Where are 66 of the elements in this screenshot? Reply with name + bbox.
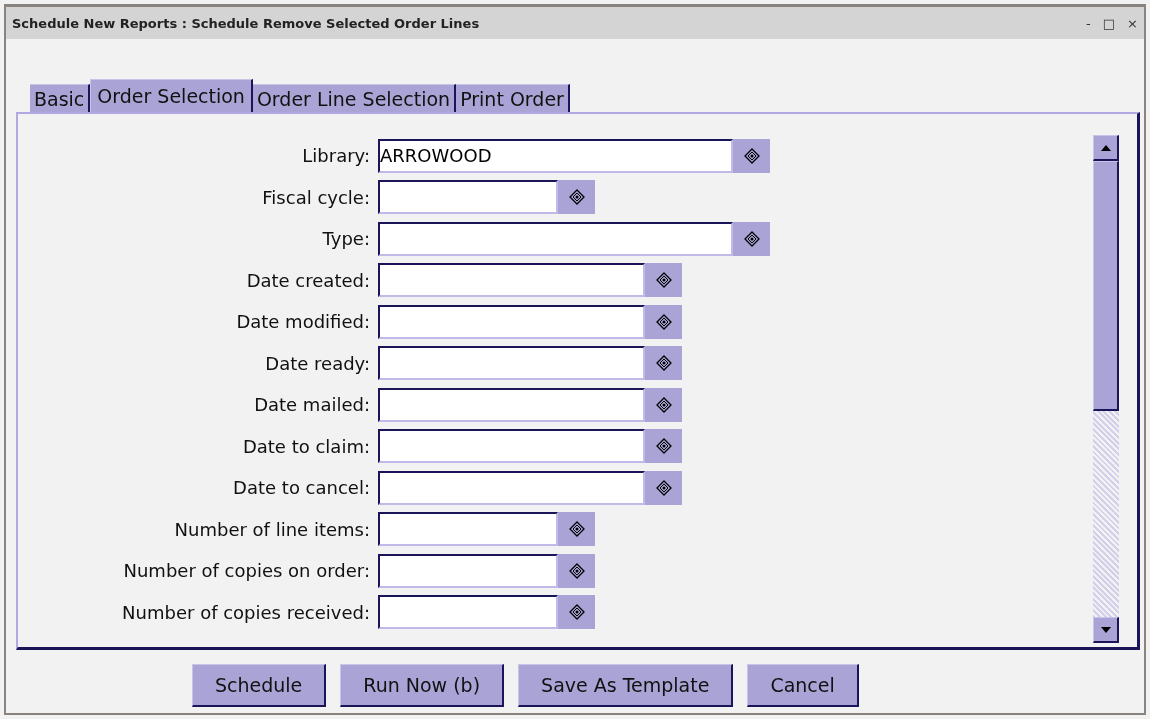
close-button[interactable]: × <box>1127 15 1138 31</box>
input-field[interactable] <box>378 470 645 505</box>
lookup-button[interactable] <box>645 263 682 298</box>
diamond-icon <box>655 479 672 496</box>
input-field[interactable] <box>378 263 645 298</box>
diamond-icon <box>568 521 585 538</box>
input-field[interactable] <box>378 387 645 422</box>
input-field[interactable] <box>378 304 645 339</box>
lookup-button[interactable] <box>733 221 770 256</box>
input-field[interactable] <box>378 595 558 630</box>
action-button[interactable]: Cancel <box>747 664 859 707</box>
field-label: Date to cancel: <box>232 477 370 499</box>
up-arrow-icon <box>1099 143 1112 152</box>
lookup-button[interactable] <box>733 138 770 173</box>
lookup-button[interactable] <box>645 470 682 505</box>
input-field[interactable]: ARROWOOD <box>378 138 733 173</box>
window-title: Schedule New Reports : Schedule Remove Selected Order Lines <box>12 15 480 31</box>
lookup-button[interactable] <box>558 595 595 630</box>
maximize-button[interactable]: □ <box>1102 15 1116 31</box>
input-field[interactable] <box>378 180 558 215</box>
field-label: Date mailed: <box>253 394 370 416</box>
field-label: Date ready: <box>264 352 370 374</box>
scroll-thumb[interactable] <box>1093 161 1119 411</box>
input-field[interactable] <box>378 553 558 588</box>
lookup-button[interactable] <box>645 429 682 464</box>
field-label: Number of copies on order: <box>122 560 370 582</box>
field-label: Fiscal cycle: <box>261 186 370 208</box>
diamond-icon <box>655 313 672 330</box>
lookup-button[interactable] <box>645 304 682 339</box>
diamond-icon <box>655 396 672 413</box>
scroll-up-button[interactable] <box>1093 135 1119 161</box>
scroll-down-button[interactable] <box>1093 617 1119 643</box>
field-label: Number of line items: <box>173 518 370 540</box>
field-label: Date modified: <box>235 311 370 333</box>
diamond-icon <box>568 562 585 579</box>
input-field[interactable] <box>378 512 558 547</box>
action-button[interactable]: Save As Template <box>518 664 734 707</box>
minimize-button[interactable]: - <box>1086 15 1091 31</box>
diamond-icon <box>568 189 585 206</box>
scrollbar[interactable] <box>1093 135 1119 643</box>
lookup-button[interactable] <box>558 180 595 215</box>
lookup-button[interactable] <box>558 512 595 547</box>
tab[interactable]: Print Order <box>456 84 570 112</box>
field-label: Date to claim: <box>241 435 370 457</box>
lookup-button[interactable] <box>558 553 595 588</box>
diamond-icon <box>568 604 585 621</box>
diamond-icon <box>655 355 672 372</box>
down-arrow-icon <box>1099 625 1112 634</box>
diamond-icon <box>743 147 760 164</box>
input-field[interactable] <box>378 346 645 381</box>
diamond-icon <box>655 438 672 455</box>
lookup-button[interactable] <box>645 387 682 422</box>
tab[interactable]: Order Selection <box>90 79 253 112</box>
field-label: Library: <box>301 145 370 167</box>
input-field[interactable] <box>378 429 645 464</box>
tab[interactable]: Order Line Selection <box>252 84 457 112</box>
field-label: Number of copies received: <box>121 601 370 623</box>
lookup-button[interactable] <box>645 346 682 381</box>
action-button[interactable]: Run Now (b) <box>340 664 505 707</box>
tab[interactable]: Basic <box>30 84 91 112</box>
input-field[interactable] <box>378 221 733 256</box>
field-label: Date created: <box>245 269 370 291</box>
diamond-icon <box>655 272 672 289</box>
action-button[interactable]: Schedule <box>192 664 327 707</box>
diamond-icon <box>743 230 760 247</box>
field-label: Type: <box>321 228 370 250</box>
